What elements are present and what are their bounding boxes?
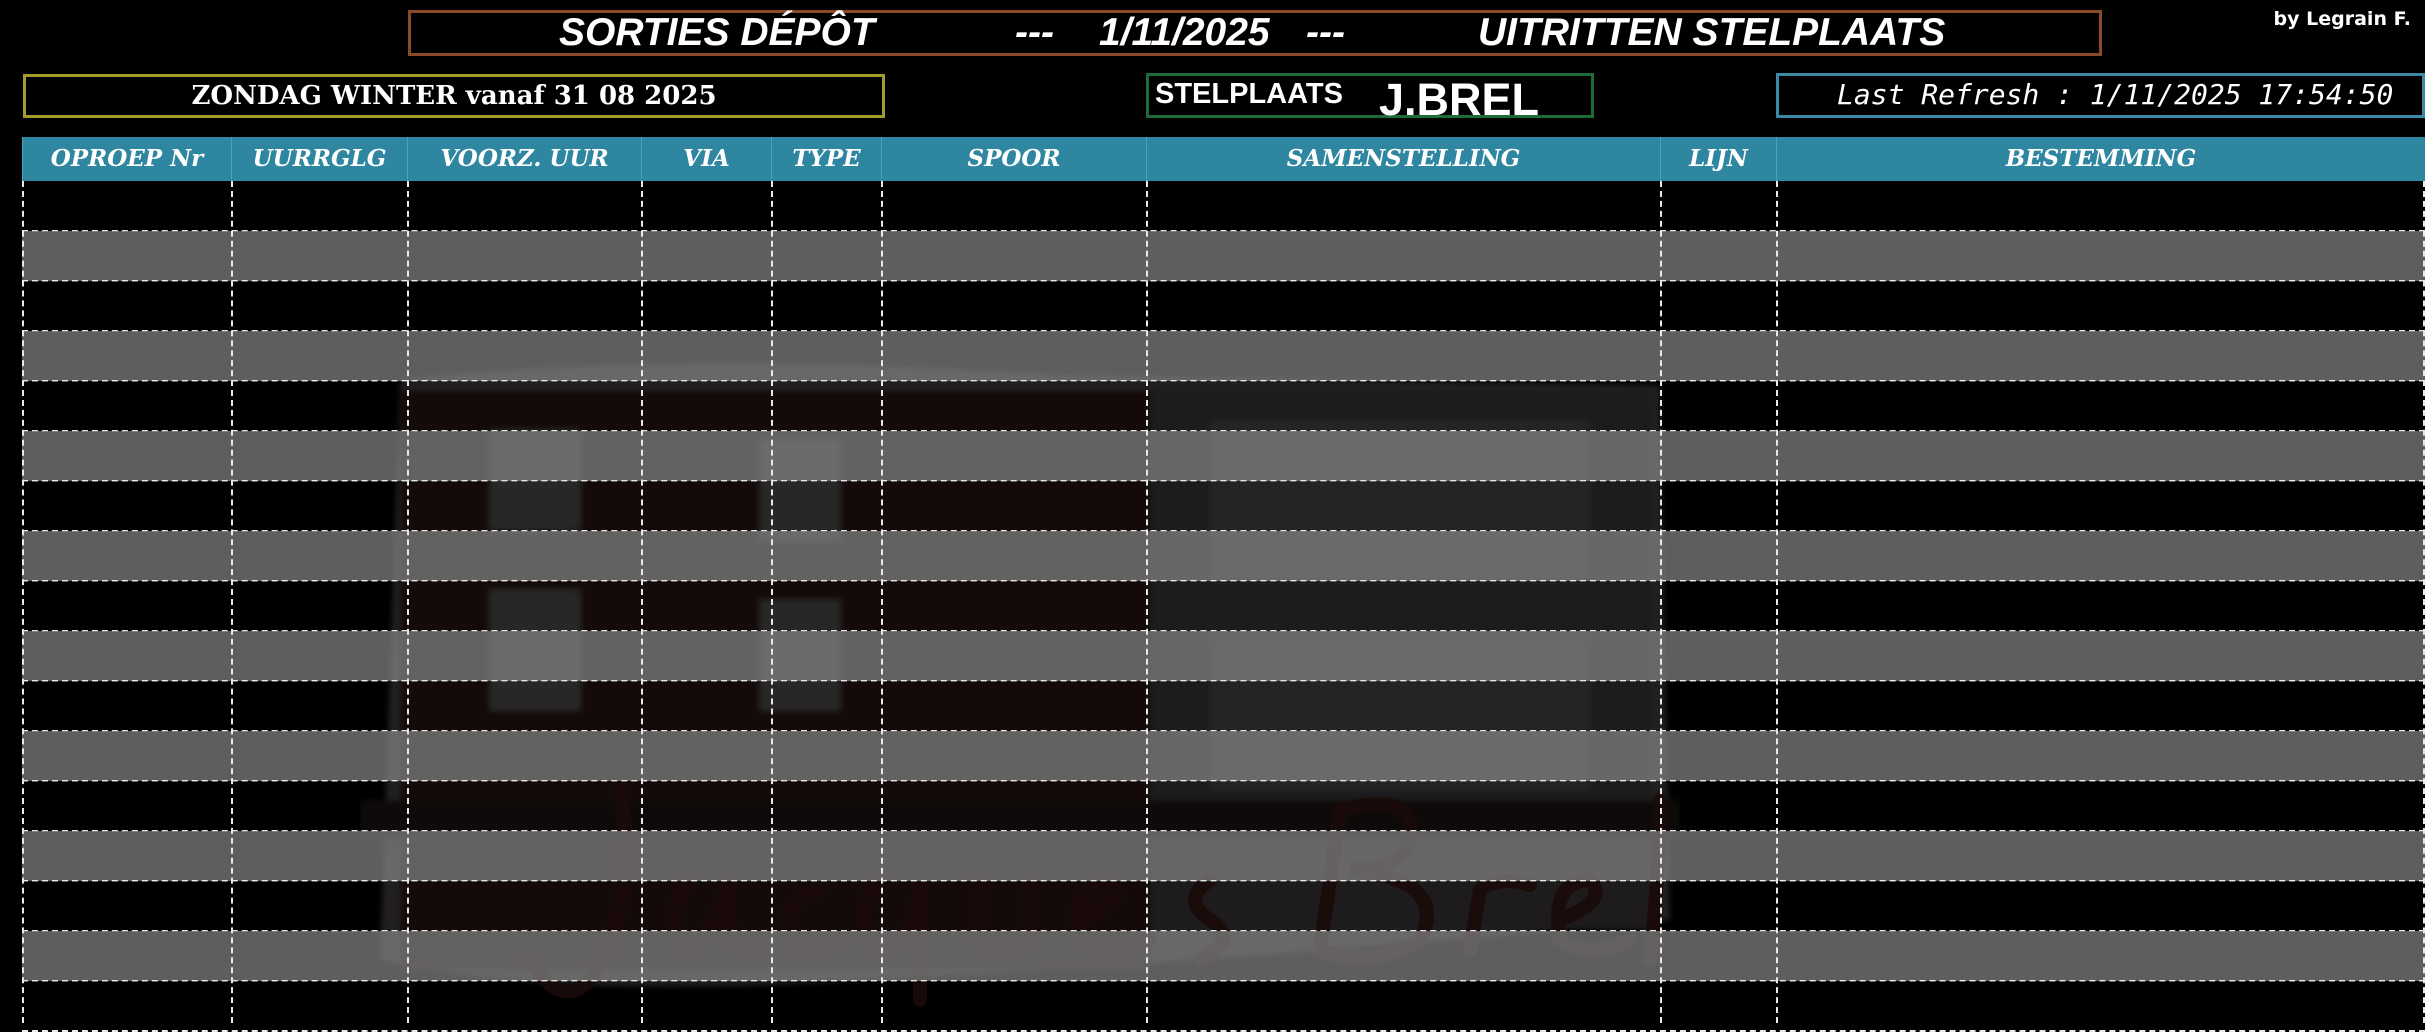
column-divider [641,181,643,1023]
column-divider [231,181,233,1023]
table-row [22,431,2425,481]
table-row [22,581,2425,631]
title-banner: SORTIES DÉPÔT --- 1/11/2025 --- UITRITTE… [408,10,2102,56]
column-header-type: TYPE [771,137,881,181]
author-credit: by Legrain F. [2273,8,2411,30]
table-row [22,881,2425,931]
table-row [22,181,2425,231]
table-row [22,681,2425,731]
column-header-spoor: SPOOR [881,137,1146,181]
table-row [22,781,2425,831]
title-separator: --- [1306,11,1345,54]
column-header-voorz-uur: VOORZ. UUR [407,137,641,181]
table-row [22,381,2425,431]
column-divider [1776,181,1778,1023]
column-header-bestemming: BESTEMMING [1776,137,2425,181]
table-row [22,981,2425,1031]
column-divider [881,181,883,1023]
column-header-uurrglg: UURRGLG [231,137,407,181]
last-refresh: Last Refresh : 1/11/2025 17:54:50 [1776,73,2425,118]
table-row [22,331,2425,381]
table-row [22,281,2425,331]
depot-panel: STELPLAATS J.BREL [1146,73,1594,125]
table-row [22,631,2425,681]
table-row [22,731,2425,781]
depot-name: J.BREL [1379,74,1540,125]
column-header-samenstelling: SAMENSTELLING [1146,137,1660,181]
table-row [22,531,2425,581]
title-date: 1/11/2025 [1099,11,1270,54]
table-row [22,831,2425,881]
title-left: SORTIES DÉPÔT [559,11,875,54]
column-divider [22,181,24,1023]
table-row [22,931,2425,981]
column-header-oproep-nr: OPROEP Nr [22,137,231,181]
title-right: UITRITTEN STELPLAATS [1478,11,1946,54]
column-divider [407,181,409,1023]
column-divider [1660,181,1662,1023]
title-separator: --- [1015,11,1054,54]
table-header: OPROEP Nr UURRGLG VOORZ. UUR VIA TYPE SPOOR SA… [22,137,2425,181]
table-row [22,481,2425,531]
column-header-lijn: LIJN [1660,137,1776,181]
column-header-via: VIA [641,137,771,181]
column-divider [1146,181,1148,1023]
table-row [22,231,2425,281]
depot-label: STELPLAATS [1155,78,1343,110]
schedule-label: ZONDAG WINTER vanaf 31 08 2025 [23,74,885,118]
departures-table: OPROEP Nr UURRGLG VOORZ. UUR VIA TYPE SPOOR SA… [22,137,2425,1032]
column-divider [771,181,773,1023]
